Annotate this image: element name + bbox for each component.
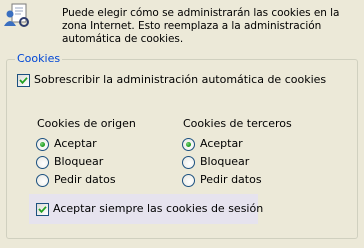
- first-party-block-radio[interactable]: [36, 155, 49, 169]
- third-party-block-option[interactable]: Bloquear: [182, 155, 249, 169]
- first-party-prompt-option[interactable]: Pedir datos: [36, 173, 116, 187]
- first-party-prompt-label: Pedir datos: [54, 173, 116, 186]
- radio-selected-dot: [40, 141, 45, 147]
- override-automatic-cookie-handling[interactable]: Sobrescribir la administración automátic…: [17, 73, 326, 87]
- checkmark-icon: [19, 76, 28, 84]
- first-party-cookies-title: Cookies de origen: [37, 117, 136, 130]
- intro-description: Puede elegir cómo se administrarán las c…: [62, 7, 340, 45]
- override-checkbox[interactable]: [17, 73, 30, 87]
- always-allow-session-cookies[interactable]: Aceptar siempre las cookies de sesión: [36, 202, 263, 216]
- third-party-cookies-title: Cookies de terceros: [183, 117, 292, 130]
- session-cookies-label: Aceptar siempre las cookies de sesión: [53, 202, 264, 215]
- session-cookies-checkbox[interactable]: [36, 202, 49, 216]
- third-party-accept-label: Aceptar: [200, 137, 243, 150]
- first-party-block-label: Bloquear: [54, 155, 104, 168]
- first-party-accept-label: Aceptar: [54, 137, 97, 150]
- third-party-prompt-option[interactable]: Pedir datos: [182, 173, 262, 187]
- third-party-block-radio[interactable]: [182, 155, 195, 169]
- first-party-block-option[interactable]: Bloquear: [36, 155, 103, 169]
- third-party-accept-option[interactable]: Aceptar: [182, 137, 243, 151]
- third-party-prompt-radio[interactable]: [182, 173, 195, 187]
- first-party-accept-radio[interactable]: [36, 137, 49, 151]
- third-party-accept-radio[interactable]: [182, 137, 195, 151]
- radio-selected-dot: [186, 141, 191, 147]
- cookies-group-legend: Cookies: [15, 52, 63, 66]
- first-party-accept-option[interactable]: Aceptar: [36, 137, 97, 151]
- third-party-block-label: Bloquear: [200, 155, 250, 168]
- checkmark-icon: [38, 205, 47, 213]
- first-party-prompt-radio[interactable]: [36, 173, 49, 187]
- intro-section: Puede elegir cómo se administrarán las c…: [0, 0, 364, 50]
- privacy-cookie-icon: [2, 2, 32, 28]
- override-checkbox-label: Sobrescribir la administración automátic…: [34, 73, 327, 86]
- third-party-prompt-label: Pedir datos: [200, 173, 262, 186]
